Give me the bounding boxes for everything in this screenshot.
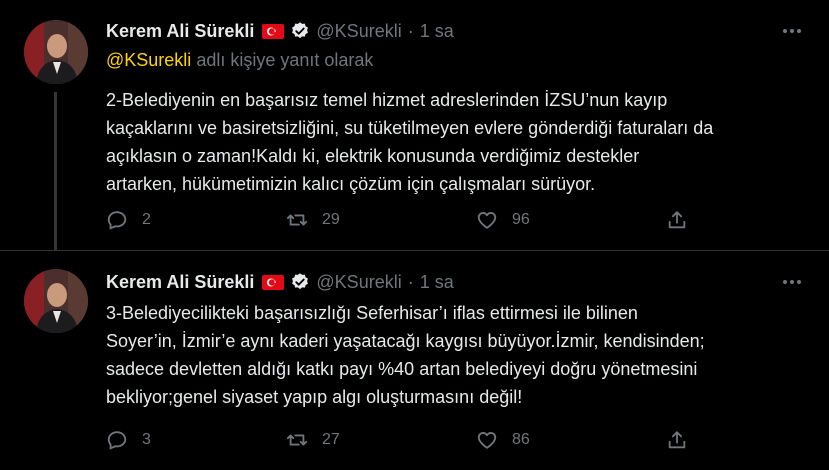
share-button[interactable] <box>666 209 688 231</box>
turkey-flag-icon <box>262 274 285 290</box>
like-icon <box>477 432 497 449</box>
tweet-header: Kerem Ali Sürekli @KSurekli · 1 sa <box>106 269 805 295</box>
reply-count: 3 <box>142 431 151 448</box>
avatar-photo-icon <box>24 269 88 333</box>
author-name[interactable]: Kerem Ali Sürekli <box>106 21 254 42</box>
thread-connector-line <box>54 92 57 250</box>
like-count: 96 <box>512 211 530 228</box>
reply-count: 2 <box>142 211 151 228</box>
author-name[interactable]: Kerem Ali Sürekli <box>106 272 254 293</box>
like-icon <box>477 212 497 229</box>
retweet-icon <box>286 434 308 446</box>
more-icon[interactable] <box>779 20 805 42</box>
tweet-timestamp[interactable]: 1 sa <box>420 21 454 42</box>
tweet-actions: 3 27 86 <box>106 427 706 453</box>
reply-to-link[interactable]: @KSurekli <box>106 50 191 70</box>
tweet-text: 2-Belediyenin en başarısız temel hizmet … <box>106 90 714 194</box>
tweet[interactable]: Kerem Ali Sürekli @KSurekli · 1 sa 3-Bel… <box>0 250 829 470</box>
tweet[interactable]: Kerem Ali Sürekli @KSurekli · 1 sa @KSur… <box>0 0 829 250</box>
author-handle[interactable]: @KSurekli <box>316 272 401 293</box>
share-button[interactable] <box>666 429 688 451</box>
like-count: 86 <box>512 431 530 448</box>
retweet-count: 29 <box>322 211 340 228</box>
tweet-timestamp[interactable]: 1 sa <box>420 272 454 293</box>
tweet-header: Kerem Ali Sürekli @KSurekli · 1 sa <box>106 18 805 44</box>
separator-dot: · <box>407 271 414 292</box>
reply-button[interactable]: 3 <box>106 429 151 451</box>
avatar[interactable] <box>24 269 88 333</box>
reply-context-label: adlı kişiye yanıt olarak <box>191 50 374 70</box>
retweet-button[interactable]: 29 <box>286 209 340 231</box>
separator-dot: · <box>407 20 414 41</box>
turkey-flag-icon <box>262 23 285 39</box>
tweet-text: 3-Belediyecilikteki başarısızlığı Seferh… <box>106 303 705 407</box>
like-button[interactable]: 96 <box>476 209 530 231</box>
reply-icon <box>107 211 127 230</box>
retweet-icon <box>286 214 308 226</box>
reply-context: @KSurekli adlı kişiye yanıt olarak <box>106 50 805 74</box>
like-button[interactable]: 86 <box>476 429 530 451</box>
reply-icon <box>107 431 127 450</box>
reply-button[interactable]: 2 <box>106 209 151 231</box>
verified-badge-icon <box>292 22 309 39</box>
retweet-button[interactable]: 27 <box>286 429 340 451</box>
avatar[interactable] <box>24 20 88 84</box>
author-handle[interactable]: @KSurekli <box>316 21 401 42</box>
more-icon[interactable] <box>779 271 805 293</box>
retweet-count: 27 <box>322 431 340 448</box>
verified-badge-icon <box>292 273 309 290</box>
tweet-actions: 2 29 96 <box>106 207 706 233</box>
share-icon <box>668 431 686 449</box>
share-icon <box>668 211 686 229</box>
avatar-photo-icon <box>24 20 88 84</box>
